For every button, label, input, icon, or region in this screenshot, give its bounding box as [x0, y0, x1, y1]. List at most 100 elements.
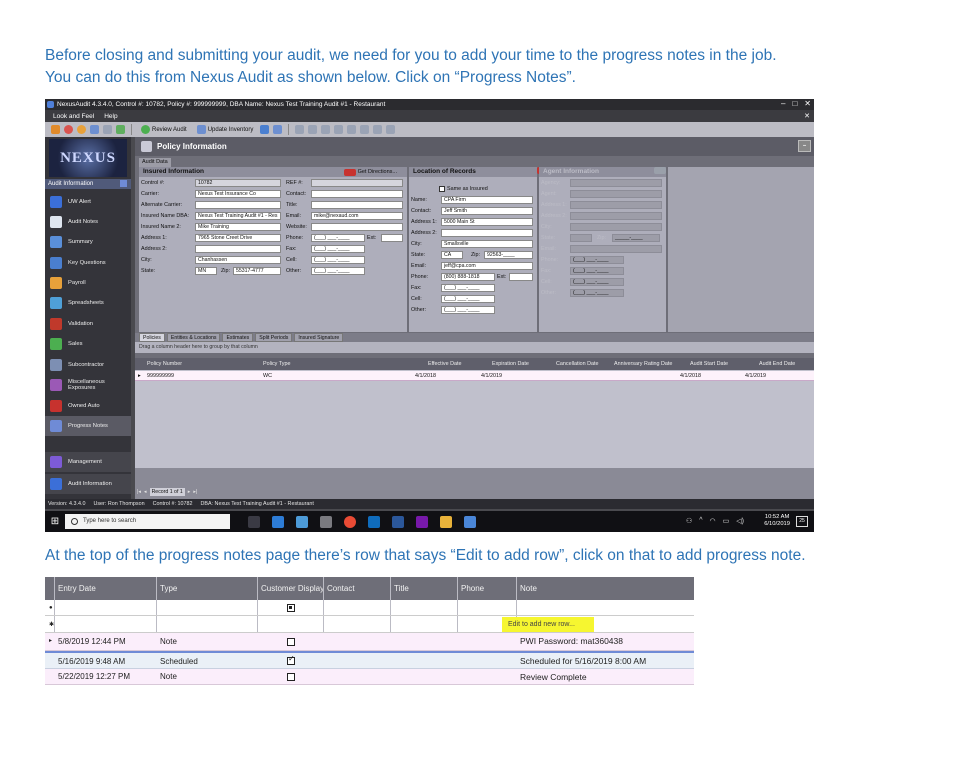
group-by-hint[interactable]: Drag a column header here to group by th… [135, 342, 814, 353]
filter-row[interactable]: ● [45, 600, 694, 616]
fax-field[interactable]: (___) ___-____ [311, 245, 365, 253]
home-icon[interactable] [51, 125, 60, 134]
word-icon[interactable] [392, 515, 404, 528]
report-icon[interactable] [360, 125, 370, 134]
table-row[interactable]: ▸ 999999999 WC 4/1/2018 4/1/2019 4/1/201… [135, 371, 814, 381]
records-state-select[interactable]: CA [441, 251, 463, 259]
app-icon[interactable] [296, 515, 308, 528]
new-row[interactable]: ✱ [45, 617, 694, 633]
file-explorer-icon[interactable] [440, 515, 452, 528]
records-contact-field[interactable]: Jeff Smith [441, 207, 533, 215]
check-icon[interactable] [116, 125, 125, 134]
edge-icon[interactable] [272, 515, 284, 528]
tab-audit-data[interactable]: Audit Data [139, 158, 171, 167]
records-phone-field[interactable]: (800) 888-1818 [441, 273, 495, 281]
col-anniversary-rating-date[interactable]: Anniversary Rating Date [614, 358, 672, 370]
records-cell-field[interactable]: (___) ___-____ [441, 295, 495, 303]
col-policy-type[interactable]: Policy Type [263, 358, 290, 370]
volume-icon[interactable]: ◁) [736, 517, 744, 525]
records-address1-field[interactable]: 5000 Main St [441, 218, 533, 226]
sidebar-item-key-questions[interactable]: Key Questions [45, 253, 131, 273]
col-entry-date[interactable]: Entry Date [55, 577, 96, 600]
sidebar-item-summary[interactable]: Summary [45, 232, 131, 252]
records-email-field[interactable]: jeff@cpa.com [441, 262, 533, 270]
chevron-up-icon[interactable]: ^ [699, 517, 702, 525]
col-phone[interactable]: Phone [458, 577, 484, 600]
sidebar-item-audit-notes[interactable]: Audit Notes [45, 212, 131, 232]
layout-icon[interactable] [295, 125, 305, 134]
city-field[interactable]: Chanhassen [195, 256, 281, 264]
sidebar-item-owned-auto[interactable]: Owned Auto [45, 396, 131, 416]
battery-icon[interactable]: ▭ [723, 517, 730, 525]
zip-field[interactable]: 55317-4777 [233, 267, 281, 275]
options-icon[interactable] [386, 125, 396, 134]
menu-help[interactable]: Help [104, 113, 117, 120]
col-cancellation-date[interactable]: Cancellation Date [556, 358, 599, 370]
email-field[interactable]: mike@nexaud.com [311, 212, 403, 220]
customer-display-checkbox[interactable] [287, 673, 295, 681]
sidebar-item-audit-information[interactable]: Audit Information [45, 474, 131, 494]
outlook-icon[interactable] [368, 515, 380, 528]
tab-estimates[interactable]: Estimates [222, 333, 254, 342]
get-directions-button[interactable]: Get Directions... [343, 167, 397, 177]
back-icon[interactable] [64, 125, 73, 134]
save-icon[interactable] [90, 125, 99, 134]
col-contact[interactable]: Contact [324, 577, 355, 600]
print-icon[interactable] [103, 125, 112, 134]
col-type[interactable]: Type [157, 577, 177, 600]
records-name-field[interactable]: CPA Firm [441, 196, 533, 204]
collapse-button[interactable]: – [798, 140, 811, 152]
notifications-icon[interactable]: 25 [796, 516, 808, 527]
contact-field[interactable] [311, 190, 403, 198]
phone-field[interactable]: (___) ___-____ [311, 234, 365, 242]
address2-field[interactable] [195, 245, 281, 253]
list-icon[interactable] [321, 125, 331, 134]
first-record-icon[interactable]: |◂ [137, 489, 141, 495]
menu-look-and-feel[interactable]: Look and Feel [53, 113, 94, 120]
same-as-insured-checkbox[interactable]: Same as Insured [439, 186, 488, 192]
maximize-button[interactable]: □ [792, 99, 797, 109]
windows-start-icon[interactable]: ⊞ [45, 511, 65, 532]
sidebar-item-progress-notes[interactable]: Progress Notes [45, 416, 131, 436]
taskbar-clock[interactable]: 10:52 AM 6/10/2019 [764, 514, 790, 528]
tab-entities-locations[interactable]: Entities & Locations [166, 333, 221, 342]
tab-split-periods[interactable]: Split Periods [255, 333, 293, 342]
col-title[interactable]: Title [391, 577, 409, 600]
people-icon[interactable]: ⚇ [686, 517, 692, 525]
col-effective-date[interactable]: Effective Date [428, 358, 461, 370]
update-inventory-button[interactable]: Update Inventory [194, 125, 257, 134]
pin-icon[interactable] [120, 180, 127, 187]
sidebar-item-validation[interactable]: Validation [45, 314, 131, 334]
records-fax-field[interactable]: (___) ___-____ [441, 284, 495, 292]
last-record-icon[interactable]: ▸| [193, 489, 197, 495]
col-policy-number[interactable]: Policy Number [147, 358, 182, 370]
insured-name2-field[interactable]: Mike Training [195, 223, 281, 231]
col-audit-start-date[interactable]: Audit Start Date [690, 358, 728, 370]
next-record-icon[interactable]: ▸ [188, 489, 191, 495]
tab-insured-signature[interactable]: Insured Signature [294, 333, 344, 342]
nexus-audit-taskbar-icon[interactable] [464, 515, 476, 528]
ref-field[interactable] [311, 179, 403, 187]
website-field[interactable] [311, 223, 403, 231]
other-field[interactable]: (___) ___-____ [311, 267, 365, 275]
app-icon[interactable] [320, 515, 332, 528]
export-icon[interactable] [373, 125, 383, 134]
close-button[interactable]: ✕ [804, 99, 811, 109]
sidebar-item-sales[interactable]: Sales [45, 334, 131, 354]
disk-icon[interactable] [260, 125, 270, 134]
sidebar-item-spreadsheets[interactable]: Spreadsheets [45, 293, 131, 313]
records-city-field[interactable]: Smallsville [441, 240, 533, 248]
ext-field[interactable] [381, 234, 403, 242]
sidebar-item-management[interactable]: Management [45, 452, 131, 472]
close-document-icon[interactable]: ✕ [804, 112, 810, 120]
network-icon[interactable]: ◠ [710, 517, 716, 525]
records-other-field[interactable]: (___) ___-____ [441, 306, 495, 314]
previous-record-icon[interactable]: ◂ [144, 489, 147, 495]
records-ext-field[interactable] [509, 273, 533, 281]
edit-to-add-new-row[interactable]: Edit to add new row... [502, 617, 594, 632]
taskbar-search-input[interactable]: Type here to search [65, 514, 230, 529]
customer-display-checkbox[interactable] [287, 638, 295, 646]
records-address2-field[interactable] [441, 229, 533, 237]
onenote-icon[interactable] [416, 515, 428, 528]
insured-dba-field[interactable]: Nexus Test Training Audit #1 - Res [195, 212, 281, 220]
